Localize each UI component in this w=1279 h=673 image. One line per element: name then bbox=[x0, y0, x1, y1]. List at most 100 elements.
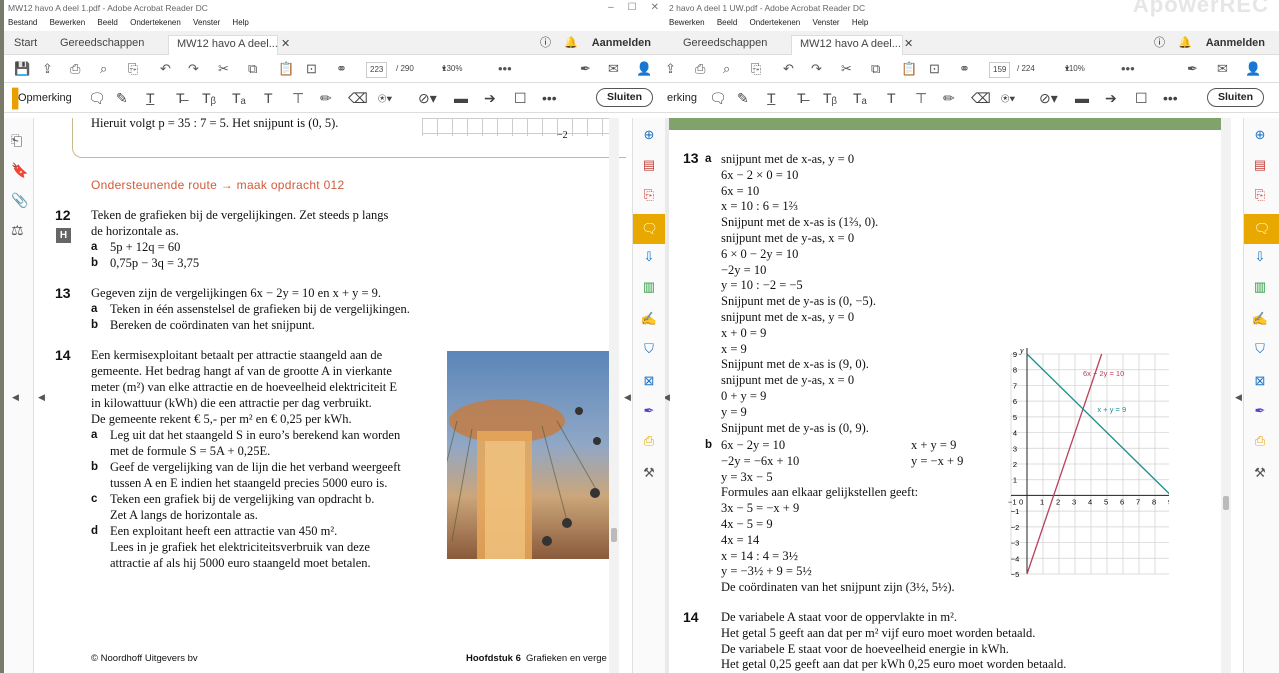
export-pdf-icon[interactable]: ⎘ bbox=[640, 186, 658, 204]
menu-ondertekenen[interactable]: Ondertekenen bbox=[750, 18, 801, 27]
add-text-icon[interactable]: T bbox=[264, 83, 273, 113]
arrow-icon[interactable]: ➔ bbox=[484, 83, 496, 113]
insert-text-icon[interactable]: Tₐ bbox=[232, 83, 246, 113]
undo-icon[interactable]: ↶ bbox=[160, 55, 171, 83]
tab-document[interactable]: MW12 havo A deel... ✕ bbox=[791, 35, 913, 55]
tab-start[interactable]: Start bbox=[6, 35, 45, 55]
create-pdf-icon[interactable]: ⊕ bbox=[1251, 126, 1269, 144]
print-icon[interactable]: ⎙ bbox=[70, 55, 80, 83]
find-page-icon[interactable]: ⎘ bbox=[128, 55, 138, 83]
page-number-input[interactable]: 223 bbox=[366, 62, 388, 78]
textbox-icon[interactable]: ⊤ bbox=[915, 83, 927, 113]
menu-ondertekenen[interactable]: Ondertekenen bbox=[130, 18, 181, 27]
redo-icon[interactable]: ↷ bbox=[811, 55, 822, 83]
paste-icon[interactable]: 📋 bbox=[901, 55, 917, 83]
save-icon[interactable]: 💾 bbox=[14, 55, 30, 83]
prev-page-icon[interactable]: ◀ bbox=[665, 392, 670, 403]
export-pdf-icon[interactable]: ⎘ bbox=[1251, 186, 1269, 204]
signatures-icon[interactable]: ⚖ bbox=[11, 222, 24, 239]
text-underline-icon[interactable]: T̲ bbox=[767, 83, 776, 113]
bell-icon[interactable]: 🔔 bbox=[1178, 37, 1192, 49]
collapse-nav-icon[interactable]: ◀ bbox=[12, 392, 19, 403]
menu-help[interactable]: Help bbox=[232, 18, 248, 27]
close-tab-icon[interactable]: ✕ bbox=[281, 38, 290, 50]
more-tools-rail-icon[interactable]: ⚒ bbox=[640, 464, 658, 482]
attach-icon[interactable]: ⊘▾ bbox=[1039, 83, 1058, 113]
comment-icon[interactable]: 🗨 bbox=[88, 83, 106, 113]
cut-icon[interactable]: ✂ bbox=[841, 55, 852, 83]
protect-icon[interactable]: ⛉ bbox=[640, 340, 658, 358]
pencil-icon[interactable]: ✏ bbox=[320, 83, 332, 113]
copy-icon[interactable]: ⧉ bbox=[871, 55, 880, 83]
rectangle-icon[interactable]: ☐ bbox=[514, 83, 527, 113]
comment-tool-icon[interactable]: 🗨 bbox=[633, 214, 665, 244]
sign-in-button[interactable]: Aanmelden bbox=[1206, 37, 1265, 49]
vertical-scrollbar[interactable] bbox=[609, 118, 619, 673]
search-icon[interactable]: ⌕ bbox=[100, 55, 107, 83]
menu-venster[interactable]: Venster bbox=[193, 18, 220, 27]
stamp-icon[interactable]: ⍟▾ bbox=[378, 83, 392, 113]
close-window-icon[interactable]: ✕ bbox=[651, 2, 659, 13]
combine-icon[interactable]: ⇩ bbox=[640, 248, 658, 266]
more-tools-icon[interactable]: ••• bbox=[1121, 55, 1135, 83]
help-icon[interactable]: ⓘ bbox=[540, 37, 551, 49]
sign-pen-icon[interactable]: ✒ bbox=[580, 55, 591, 83]
page-number-input[interactable]: 159 bbox=[989, 62, 1011, 78]
organize-pages-icon[interactable]: ▤ bbox=[640, 156, 658, 174]
find-page-icon[interactable]: ⎘ bbox=[751, 55, 761, 83]
send-sign-icon[interactable]: ✒ bbox=[1251, 402, 1269, 420]
prepare-form-icon[interactable]: ⎙ bbox=[640, 432, 658, 450]
vertical-scrollbar[interactable] bbox=[1221, 118, 1231, 673]
more-tools-icon[interactable]: ••• bbox=[498, 55, 512, 83]
prev-page-icon[interactable]: ◀ bbox=[38, 392, 45, 403]
replace-text-icon[interactable]: Tᵦ bbox=[202, 83, 216, 113]
send-sign-icon[interactable]: ✒ bbox=[640, 402, 658, 420]
menu-bestand[interactable]: Bestand bbox=[8, 18, 37, 27]
tab-tools[interactable]: Gereedschappen bbox=[52, 35, 152, 55]
copy-icon[interactable]: ⧉ bbox=[248, 55, 257, 83]
textbox-icon[interactable]: ⊤ bbox=[292, 83, 304, 113]
scroll-thumb[interactable] bbox=[1223, 496, 1229, 510]
attach-icon[interactable]: ⊘▾ bbox=[418, 83, 437, 113]
sign-pen-icon[interactable]: ✒ bbox=[1187, 55, 1198, 83]
collapse-right-rail-icon[interactable]: ◀ bbox=[1235, 392, 1242, 403]
mail-icon[interactable]: ✉ bbox=[608, 55, 619, 83]
binoculars-icon[interactable]: ⚭ bbox=[336, 55, 347, 83]
binoculars-icon[interactable]: ⚭ bbox=[959, 55, 970, 83]
zoom-select[interactable]: 130% ▾ bbox=[442, 55, 462, 83]
menu-venster[interactable]: Venster bbox=[812, 18, 839, 27]
user-lock-icon[interactable]: 👤 bbox=[636, 55, 652, 83]
edit-pdf-icon[interactable]: ▥ bbox=[1251, 278, 1269, 296]
combine-icon[interactable]: ⇩ bbox=[1251, 248, 1269, 266]
highlight-icon[interactable]: ✎ bbox=[116, 83, 128, 113]
tab-document[interactable]: MW12 havo A deel... ✕ bbox=[168, 35, 290, 55]
document-view[interactable]: 13 a snijpunt met de x-as, y = 0 6x − 2 ×… bbox=[665, 118, 1221, 673]
snapshot-icon[interactable]: ⊡ bbox=[306, 55, 317, 83]
more-tools-rail-icon[interactable]: ⚒ bbox=[1251, 464, 1269, 482]
upload-icon[interactable]: ⇪ bbox=[665, 55, 676, 83]
menu-bewerken[interactable]: Bewerken bbox=[669, 18, 705, 27]
add-text-icon[interactable]: T bbox=[887, 83, 896, 113]
menu-beeld[interactable]: Beeld bbox=[717, 18, 737, 27]
rectangle-icon[interactable]: ☐ bbox=[1135, 83, 1148, 113]
menu-beeld[interactable]: Beeld bbox=[97, 18, 117, 27]
fill-sign-icon[interactable]: ✍ bbox=[640, 310, 658, 328]
redo-icon[interactable]: ↷ bbox=[188, 55, 199, 83]
scan-icon[interactable]: ⊠ bbox=[640, 372, 658, 390]
scroll-thumb[interactable] bbox=[611, 528, 617, 542]
bookmark-icon[interactable]: 🔖 bbox=[11, 162, 28, 179]
cut-icon[interactable]: ✂ bbox=[218, 55, 229, 83]
scan-icon[interactable]: ⊠ bbox=[1251, 372, 1269, 390]
document-view[interactable]: Hieruit volgt p = 35 : 7 = 5. Het snijpu… bbox=[34, 118, 626, 673]
snapshot-icon[interactable]: ⊡ bbox=[929, 55, 940, 83]
menu-help[interactable]: Help bbox=[852, 18, 868, 27]
close-annotation-button[interactable]: Sluiten bbox=[596, 88, 654, 107]
text-underline-icon[interactable]: T̲ bbox=[146, 83, 155, 113]
bell-icon[interactable]: 🔔 bbox=[564, 37, 578, 49]
strikethrough-icon[interactable]: T̶ bbox=[797, 83, 806, 113]
maximize-icon[interactable]: ☐ bbox=[628, 2, 637, 13]
line-icon[interactable]: ▬ bbox=[1075, 83, 1089, 113]
create-pdf-icon[interactable]: ⊕ bbox=[640, 126, 658, 144]
fill-sign-icon[interactable]: ✍ bbox=[1251, 310, 1269, 328]
help-icon[interactable]: ⓘ bbox=[1154, 37, 1165, 49]
